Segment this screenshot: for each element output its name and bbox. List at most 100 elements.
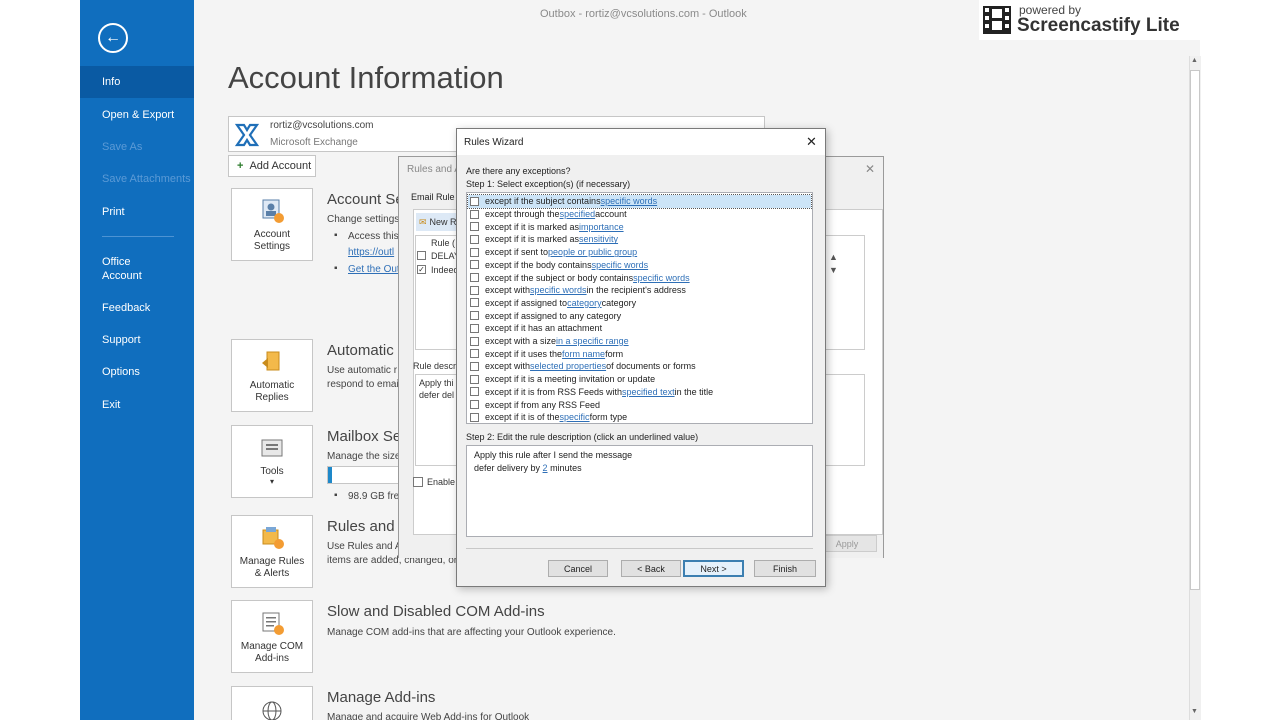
exception-checkbox[interactable] xyxy=(470,298,479,308)
exception-value-link[interactable]: specific words xyxy=(601,196,658,206)
exception-checkbox[interactable] xyxy=(470,387,479,397)
manage-addins-tile[interactable] xyxy=(231,686,313,720)
exception-checkbox[interactable] xyxy=(470,336,479,346)
rule-desc-line2: defer delivery by 2 minutes xyxy=(474,462,805,475)
nav-feedback[interactable]: Feedback xyxy=(102,301,150,315)
exception-item[interactable]: except if it is marked as importance xyxy=(468,220,811,233)
back-button[interactable]: < Back xyxy=(621,560,681,577)
nav-exit[interactable]: Exit xyxy=(102,398,120,412)
email-rules-tab[interactable]: Email Rule xyxy=(411,192,455,202)
exception-list[interactable]: except if the subject contains specific … xyxy=(466,192,813,424)
exception-item[interactable]: except if assigned to any category xyxy=(468,309,811,322)
exception-value-link[interactable]: specific xyxy=(560,412,590,422)
rule-checkbox[interactable] xyxy=(417,251,426,260)
exception-item[interactable]: except if assigned to category category xyxy=(468,297,811,310)
exception-value-link[interactable]: specific words xyxy=(530,285,587,295)
exception-value-link[interactable]: selected properties xyxy=(530,361,606,371)
close-icon[interactable]: ✕ xyxy=(806,134,817,150)
get-outlook-link[interactable]: Get the Out xyxy=(348,264,400,275)
exception-value-link[interactable]: importance xyxy=(579,222,624,232)
enable-checkbox[interactable] xyxy=(413,477,423,487)
exception-checkbox[interactable] xyxy=(470,209,479,219)
exception-checkbox[interactable] xyxy=(470,196,479,206)
exception-checkbox[interactable] xyxy=(470,222,479,232)
exception-item[interactable]: except if sent to people or public group xyxy=(468,246,811,259)
account-settings-tile[interactable]: Account Settings xyxy=(231,188,313,261)
rules-wizard-dialog: Rules Wizard ✕ Are there any exceptions?… xyxy=(456,128,826,587)
exception-value-link[interactable]: specific words xyxy=(633,273,690,283)
exception-text: except if it is of the xyxy=(485,412,560,423)
finish-button[interactable]: Finish xyxy=(754,560,816,577)
exception-item[interactable]: except if it is marked as sensitivity xyxy=(468,233,811,246)
exception-value-link[interactable]: sensitivity xyxy=(579,234,618,244)
close-icon[interactable]: ✕ xyxy=(865,162,875,176)
exception-value-link[interactable]: form name xyxy=(562,349,605,359)
exception-checkbox[interactable] xyxy=(470,349,479,359)
scroll-down-icon[interactable]: ▼ xyxy=(1191,708,1198,715)
exception-text: except if the body contains xyxy=(485,259,592,270)
exception-item[interactable]: except if it is a meeting invitation or … xyxy=(468,373,811,386)
exception-checkbox[interactable] xyxy=(470,285,479,295)
exception-value-link[interactable]: specific words xyxy=(592,260,649,270)
exception-item[interactable]: except if the subject or body contains s… xyxy=(468,271,811,284)
exception-text: except with xyxy=(485,285,531,296)
mailbox-desc: Manage the size xyxy=(327,451,401,462)
apply-button[interactable]: Apply xyxy=(817,535,877,552)
rule-checkbox-checked[interactable]: ✓ xyxy=(417,265,426,274)
nav-support[interactable]: Support xyxy=(102,333,141,347)
back-arrow-icon[interactable]: ← xyxy=(98,23,128,53)
exception-checkbox[interactable] xyxy=(470,374,479,384)
exception-checkbox[interactable] xyxy=(470,412,479,422)
scrollbar-thumb[interactable] xyxy=(1190,70,1200,590)
exception-text: except if sent to xyxy=(485,247,549,258)
exception-checkbox[interactable] xyxy=(470,361,479,371)
exception-checkbox[interactable] xyxy=(470,323,479,333)
exception-item[interactable]: except if it is of the specific form typ… xyxy=(468,411,811,424)
access-text: Access this xyxy=(348,231,399,242)
move-up-icon[interactable]: ▲ xyxy=(829,252,838,262)
automatic-replies-tile[interactable]: Automatic Replies xyxy=(231,339,313,412)
new-rule-button[interactable]: ✉ New R xyxy=(416,213,460,231)
rule-desc-line1: Apply thi xyxy=(419,378,454,388)
nav-office-account[interactable]: Office Account xyxy=(102,255,142,283)
nav-options[interactable]: Options xyxy=(102,365,140,379)
exception-item[interactable]: except with a size in a specific range xyxy=(468,335,811,348)
exception-checkbox[interactable] xyxy=(470,400,479,410)
owa-link[interactable]: https://outl xyxy=(348,247,394,258)
exception-item[interactable]: except with selected properties of docum… xyxy=(468,360,811,373)
add-account-label: Add Account xyxy=(249,160,312,172)
exception-item[interactable]: except if the body contains specific wor… xyxy=(468,259,811,272)
exception-value-link[interactable]: specified text xyxy=(622,387,675,397)
add-account-button[interactable]: + Add Account xyxy=(228,155,316,177)
backstage-sidebar: ← Info Open & Export Save As Save Attach… xyxy=(80,0,194,720)
tools-tile[interactable]: Tools ▾ xyxy=(231,425,313,498)
exception-value-link[interactable]: category xyxy=(567,298,602,308)
rules-alerts-icon xyxy=(262,527,284,549)
exception-value-link[interactable]: people or public group xyxy=(548,247,637,257)
manage-com-addins-tile[interactable]: Manage COM Add-ins xyxy=(231,600,313,673)
exception-item[interactable]: except if it uses the form name form xyxy=(468,347,811,360)
next-button[interactable]: Next > xyxy=(683,560,744,577)
nav-print[interactable]: Print xyxy=(102,205,125,219)
exception-text: except if it is from RSS Feeds with xyxy=(485,386,623,397)
manage-rules-tile[interactable]: Manage Rules & Alerts xyxy=(231,515,313,588)
move-down-icon[interactable]: ▼ xyxy=(829,265,838,275)
exception-value-link[interactable]: in a specific range xyxy=(556,336,629,346)
exception-item[interactable]: except through the specified account xyxy=(468,208,811,221)
exception-checkbox[interactable] xyxy=(470,234,479,244)
exception-value-link[interactable]: specified xyxy=(560,209,596,219)
exception-item[interactable]: except if it has an attachment xyxy=(468,322,811,335)
exception-item[interactable]: except if it is from RSS Feeds with spec… xyxy=(468,386,811,399)
nav-info[interactable]: Info xyxy=(80,66,194,98)
cancel-button[interactable]: Cancel xyxy=(548,560,608,577)
exception-checkbox[interactable] xyxy=(470,311,479,321)
exception-item[interactable]: except with specific words in the recipi… xyxy=(468,284,811,297)
exception-item[interactable]: except if the subject contains specific … xyxy=(467,194,812,209)
exception-checkbox[interactable] xyxy=(470,273,479,283)
exception-text: category xyxy=(601,297,637,308)
scroll-up-icon[interactable]: ▲ xyxy=(1191,57,1198,64)
exception-checkbox[interactable] xyxy=(470,247,479,257)
exception-checkbox[interactable] xyxy=(470,260,479,270)
exception-item[interactable]: except if from any RSS Feed xyxy=(468,398,811,411)
nav-open-export[interactable]: Open & Export xyxy=(102,108,174,122)
